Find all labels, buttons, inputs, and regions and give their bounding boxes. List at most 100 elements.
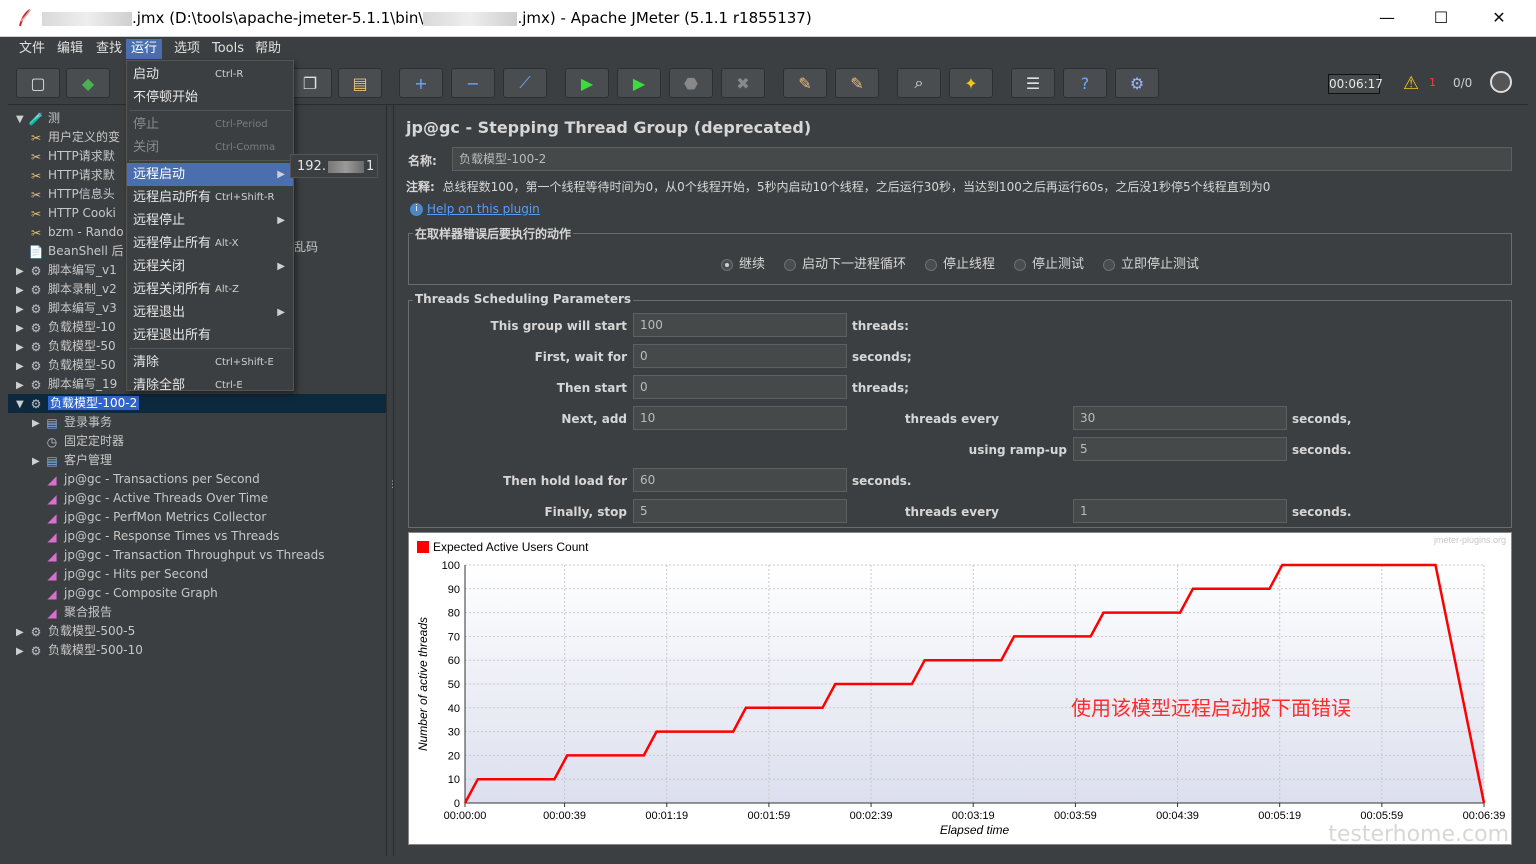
radio-stop-test-now[interactable]: 立即停止测试: [1103, 257, 1199, 273]
tree-node-label: 聚合报告: [64, 605, 113, 619]
search-icon[interactable]: ⌕: [897, 68, 941, 98]
tree-node[interactable]: ◢ jp@gc - Transaction Throughput vs Threa…: [8, 546, 386, 565]
menu-edit[interactable]: 编辑: [52, 39, 88, 59]
tree-node[interactable]: ▶ ⚙ 负载模型-500-5: [8, 622, 386, 641]
run-menu-item[interactable]: 远程启动所有 Ctrl+Shift-R: [127, 186, 293, 209]
run-menu-item[interactable]: 关闭 Ctrl-Comma: [127, 136, 293, 159]
globe-icon[interactable]: [1490, 71, 1512, 93]
start-no-pause-icon[interactable]: ▶: [617, 68, 661, 98]
collapsed-arrow-icon[interactable]: ▶: [16, 300, 28, 319]
run-menu-item[interactable]: 不停顿开始: [127, 86, 293, 109]
radio-stop-test[interactable]: 停止测试: [1014, 257, 1084, 273]
close-button[interactable]: ✕: [1470, 0, 1528, 36]
menu-run[interactable]: 运行: [126, 39, 163, 59]
stop-icon[interactable]: ⬣: [669, 68, 713, 98]
stop-every-field[interactable]: 1: [1073, 499, 1287, 523]
split-pane-divider[interactable]: ⋮: [386, 105, 397, 856]
run-menu-item[interactable]: 远程启动 ▶: [127, 163, 293, 186]
help-icon[interactable]: ?: [1063, 68, 1107, 98]
run-menu-item[interactable]: 远程退出所有: [127, 324, 293, 347]
tree-node[interactable]: ▶ ▤ 客户管理: [8, 451, 386, 470]
collapsed-arrow-icon[interactable]: ▶: [16, 642, 28, 661]
next-add-field[interactable]: 10: [633, 406, 847, 430]
expanded-arrow-icon[interactable]: ▼: [16, 110, 28, 129]
paste-icon[interactable]: ▤: [338, 68, 382, 98]
run-menu-item[interactable]: 远程关闭所有 Alt-Z: [127, 278, 293, 301]
start-threads-field[interactable]: 100: [633, 313, 847, 337]
menu-options[interactable]: 选项: [169, 39, 205, 59]
clear-all-icon[interactable]: ✎: [835, 68, 879, 98]
run-menu-item[interactable]: 清除 Ctrl+Shift-E: [127, 351, 293, 374]
menu-search[interactable]: 查找: [91, 39, 127, 59]
start-icon[interactable]: ▶: [565, 68, 609, 98]
collapsed-arrow-icon[interactable]: ▶: [32, 452, 44, 471]
clear-icon[interactable]: ✎: [783, 68, 827, 98]
comment-field[interactable]: 总线程数100，第一个线程等待时间为0，从0个线程开始，5秒内启动10个线程，之…: [443, 180, 1271, 194]
radio-dot-icon: [721, 258, 733, 271]
run-menu-item[interactable]: 远程关闭 ▶: [127, 255, 293, 278]
listener-chart-icon: ◢: [47, 548, 57, 563]
new-icon[interactable]: ▢: [16, 68, 60, 98]
run-menu-item[interactable]: 清除全部 Ctrl-E: [127, 374, 293, 397]
tree-node-label: jp@gc - Hits per Second: [64, 567, 209, 581]
tree-node[interactable]: ▶ ▤ 登录事务: [8, 413, 386, 432]
tree-node[interactable]: ▶ ⚙ 负载模型-500-10: [8, 641, 386, 660]
tree-node[interactable]: ◢ jp@gc - Composite Graph: [8, 584, 386, 603]
hold-field[interactable]: 60: [633, 468, 847, 492]
run-menu-item[interactable]: 远程停止 ▶: [127, 209, 293, 232]
function-helper-icon[interactable]: ☰: [1011, 68, 1055, 98]
tree-node[interactable]: ◢ jp@gc - Response Times vs Threads: [8, 527, 386, 546]
run-menu-item[interactable]: 远程退出 ▶: [127, 301, 293, 324]
tree-node[interactable]: ◢ jp@gc - Transactions per Second: [8, 470, 386, 489]
run-menu-item[interactable]: 启动 Ctrl-R: [127, 63, 293, 86]
menu-tools[interactable]: Tools: [207, 39, 249, 59]
finally-stop-field[interactable]: 5: [633, 499, 847, 523]
remote-host-item[interactable]: 192. 1: [291, 155, 377, 178]
ramp-up-field[interactable]: 5: [1073, 437, 1287, 461]
start-threads-unit: threads:: [852, 319, 909, 333]
tree-node-label: 脚本录制_v2: [48, 282, 117, 296]
name-field[interactable]: 负载模型-100-2: [452, 147, 1512, 171]
wait-field[interactable]: 0: [633, 344, 847, 368]
run-menu-item[interactable]: 远程停止所有 Alt-X: [127, 232, 293, 255]
warning-icon[interactable]: ⚠: [1403, 73, 1419, 94]
collapsed-arrow-icon[interactable]: ▶: [16, 357, 28, 376]
copy-icon[interactable]: ❐: [288, 68, 332, 98]
radio-start-next-loop[interactable]: 启动下一进程循环: [784, 257, 906, 273]
tree-node[interactable]: ◢ jp@gc - PerfMon Metrics Collector: [8, 508, 386, 527]
threads-every-field[interactable]: 30: [1073, 406, 1287, 430]
toggle-icon[interactable]: ⟋: [503, 68, 547, 98]
minimize-button[interactable]: —: [1358, 0, 1416, 36]
collapse-icon[interactable]: −: [451, 68, 495, 98]
help-link-text[interactable]: Help on this plugin: [427, 202, 540, 216]
collapsed-arrow-icon[interactable]: ▶: [16, 338, 28, 357]
templates-icon[interactable]: ◆: [66, 68, 110, 98]
collapsed-arrow-icon[interactable]: ▶: [16, 319, 28, 338]
menu-file[interactable]: 文件: [14, 39, 50, 59]
radio-stop-thread[interactable]: 停止线程: [925, 257, 995, 273]
window-title: .jmx (D:\tools\apache-jmeter-5.1.1\bin\.…: [42, 9, 812, 27]
collapsed-arrow-icon[interactable]: ▶: [32, 414, 44, 433]
run-menu-item[interactable]: 停止 Ctrl-Period: [127, 113, 293, 136]
reset-search-icon[interactable]: ✦: [949, 68, 993, 98]
maximize-button[interactable]: ☐: [1412, 0, 1470, 36]
help-link[interactable]: i Help on this plugin: [410, 202, 540, 216]
collapsed-arrow-icon[interactable]: ▶: [16, 262, 28, 281]
threads-every-label: threads every: [904, 412, 999, 426]
then-start-field[interactable]: 0: [633, 375, 847, 399]
shutdown-icon[interactable]: ✖: [721, 68, 765, 98]
collapsed-arrow-icon[interactable]: ▶: [16, 281, 28, 300]
tree-node[interactable]: ◢ jp@gc - Active Threads Over Time: [8, 489, 386, 508]
submenu-arrow-icon: ▶: [277, 215, 285, 226]
menu-help[interactable]: 帮助: [250, 39, 286, 59]
tree-node[interactable]: ◷ 固定定时器: [8, 432, 386, 451]
y-tick-label: 100: [442, 560, 460, 572]
collapsed-arrow-icon[interactable]: ▶: [16, 623, 28, 642]
tree-node[interactable]: ◢ 聚合报告: [8, 603, 386, 622]
remote-icon[interactable]: ⚙: [1115, 68, 1159, 98]
collapsed-arrow-icon[interactable]: ▶: [16, 376, 28, 395]
radio-continue[interactable]: 继续: [721, 257, 765, 273]
expanded-arrow-icon[interactable]: ▼: [16, 395, 28, 414]
expand-icon[interactable]: +: [399, 68, 443, 98]
tree-node[interactable]: ◢ jp@gc - Hits per Second: [8, 565, 386, 584]
